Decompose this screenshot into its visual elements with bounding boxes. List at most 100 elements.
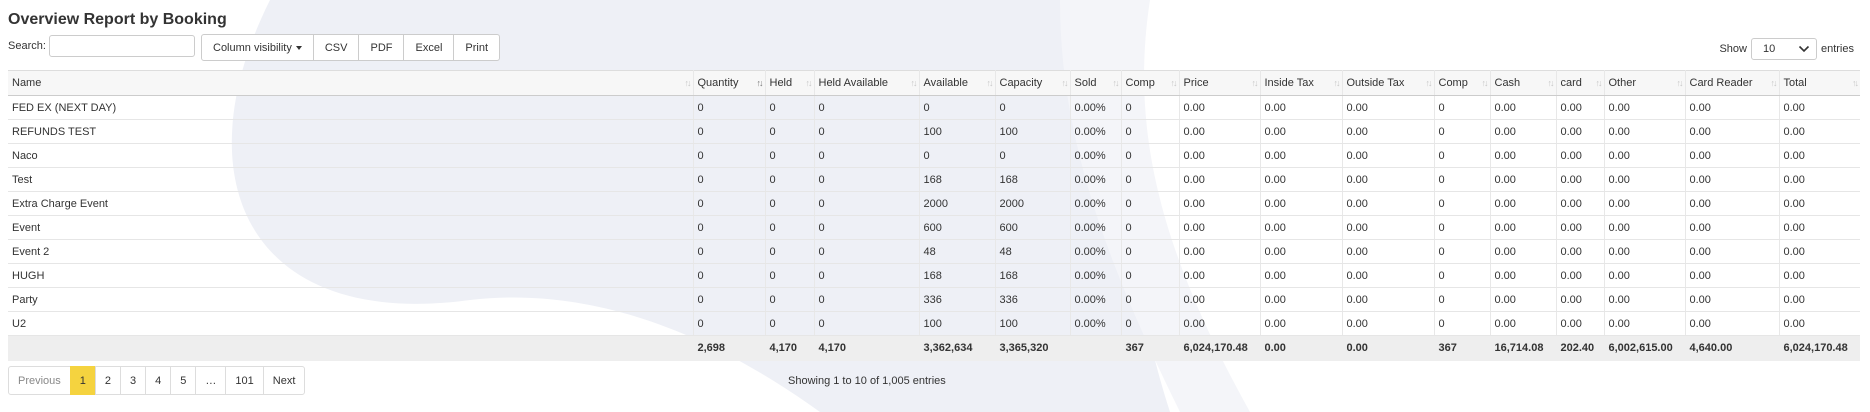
- column-header[interactable]: Total ↑↓: [1779, 70, 1860, 96]
- sort-both-icon: ↑↓: [1251, 78, 1259, 88]
- table-cell: 0.00: [1260, 119, 1343, 144]
- table-cell: 0.00: [1490, 263, 1557, 288]
- page-length-select[interactable]: 10: [1750, 38, 1817, 60]
- table-cell: 0.00%: [1070, 167, 1122, 192]
- table-row[interactable]: U2 0 0 0 100 100 0.00% 0 0.00 0.00 0.00 0 0.00 0.00 0.…: [8, 311, 1860, 336]
- column-header[interactable]: Comp ↑↓: [1121, 70, 1180, 96]
- column-header[interactable]: Available ↑↓: [919, 70, 996, 96]
- pdf-button[interactable]: PDF: [358, 34, 405, 61]
- column-header[interactable]: Held Available ↑↓: [814, 70, 920, 96]
- table-cell: 0.00: [1779, 263, 1860, 288]
- page-button[interactable]: 2: [94, 366, 122, 395]
- table-cell: 0.00: [1779, 167, 1860, 192]
- table-cell: 0.00: [1556, 119, 1605, 144]
- table-row[interactable]: Party 0 0 0 336 336 0.00% 0 0.00 0.00 0.00 0 0.00 0.0…: [8, 287, 1860, 312]
- previous-page-button[interactable]: Previous: [8, 366, 71, 395]
- table-cell: 0: [693, 167, 766, 192]
- total-cell: 16,714.08: [1490, 335, 1557, 361]
- total-cell: 3,365,320: [995, 335, 1071, 361]
- table-cell: 0: [814, 95, 920, 120]
- table-cell: 0.00: [1604, 95, 1686, 120]
- next-page-button[interactable]: Next: [262, 366, 306, 395]
- sort-both-icon: ↑↓: [1425, 78, 1433, 88]
- table-cell: 0.00: [1604, 167, 1686, 192]
- table-cell: 0: [1121, 167, 1180, 192]
- sort-both-icon: ↑↓: [1112, 78, 1120, 88]
- page-button[interactable]: 3: [120, 366, 147, 395]
- table-cell: 0.00: [1556, 239, 1605, 264]
- table-row[interactable]: Event 2 0 0 0 48 48 0.00% 0 0.00 0.00 0.00 0 0.00 0.0…: [8, 239, 1860, 264]
- column-header[interactable]: Card Reader ↑↓: [1685, 70, 1780, 96]
- page-button[interactable]: 1: [69, 366, 96, 395]
- column-header[interactable]: Comp ↑↓: [1434, 70, 1491, 96]
- page-button[interactable]: 101: [225, 366, 264, 395]
- column-header[interactable]: Sold ↑↓: [1070, 70, 1122, 96]
- table-cell: 0.00: [1342, 119, 1435, 144]
- table-row[interactable]: Extra Charge Event 0 0 0 2000 2000 0.00% 0 0.00 0…: [8, 191, 1860, 216]
- table-cell: 100: [995, 119, 1071, 144]
- column-header[interactable]: Outside Tax ↑↓: [1342, 70, 1435, 96]
- csv-button[interactable]: CSV: [312, 34, 360, 61]
- table-cell: 2000: [919, 191, 996, 216]
- table-cell: 0: [765, 215, 815, 240]
- table-cell: 0.00: [1779, 191, 1860, 216]
- table-cell: 0.00: [1556, 191, 1605, 216]
- table-info: Showing 1 to 10 of 1,005 entries: [788, 375, 946, 387]
- column-header-label: Price: [1183, 77, 1209, 89]
- table-body: FED EX (NEXT DAY) 0 0 0 0 0 0.00% 0 0.00 0.00 0.00…: [8, 95, 1860, 336]
- table-header-row: Name ↑↓ Quantity ↑↓ Held ↑↓ Held Available ↑↓ Av…: [8, 70, 1860, 96]
- table-cell: Party: [8, 287, 694, 312]
- table-cell: 0.00: [1342, 95, 1435, 120]
- table-cell: 0: [1121, 143, 1180, 168]
- table-cell: 0.00: [1342, 191, 1435, 216]
- table-cell: 0.00: [1685, 119, 1780, 144]
- table-cell: 100: [919, 119, 996, 144]
- table-cell: 0.00: [1490, 311, 1557, 336]
- page-button[interactable]: 5: [170, 366, 197, 395]
- column-header[interactable]: card ↑↓: [1556, 70, 1605, 96]
- table-cell: 0.00: [1779, 311, 1860, 336]
- table-row[interactable]: Test 0 0 0 168 168 0.00% 0 0.00 0.00 0.00 0 0.00 0.00…: [8, 167, 1860, 192]
- table-cell: 0.00: [1490, 167, 1557, 192]
- table-row[interactable]: REFUNDS TEST 0 0 0 100 100 0.00% 0 0.00 0.00 0.00 0…: [8, 119, 1860, 144]
- search-input[interactable]: [49, 35, 195, 57]
- table-cell: 0.00: [1490, 119, 1557, 144]
- page-button[interactable]: 4: [145, 366, 172, 395]
- page-length-control: Show 10 entries: [1719, 38, 1854, 60]
- table-cell: 0.00: [1260, 215, 1343, 240]
- table-row[interactable]: FED EX (NEXT DAY) 0 0 0 0 0 0.00% 0 0.00 0.00 0.00…: [8, 95, 1860, 120]
- column-header[interactable]: Inside Tax ↑↓: [1260, 70, 1343, 96]
- column-visibility-button[interactable]: Column visibility: [201, 34, 314, 61]
- table-cell: 0.00: [1490, 287, 1557, 312]
- overview-table: Name ↑↓ Quantity ↑↓ Held ↑↓ Held Available ↑↓ Av…: [8, 70, 1860, 361]
- table-cell: 0: [814, 191, 920, 216]
- table-cell: 0.00: [1779, 287, 1860, 312]
- table-cell: 0.00: [1556, 167, 1605, 192]
- table-cell: 0.00: [1556, 143, 1605, 168]
- table-cell: 0.00: [1179, 215, 1261, 240]
- table-row[interactable]: Naco 0 0 0 0 0 0.00% 0 0.00 0.00 0.00 0 0.00 0.00 0.00…: [8, 143, 1860, 168]
- column-header[interactable]: Cash ↑↓: [1490, 70, 1557, 96]
- table-row[interactable]: Event 0 0 0 600 600 0.00% 0 0.00 0.00 0.00 0 0.00 0.0…: [8, 215, 1860, 240]
- column-header[interactable]: Capacity ↑↓: [995, 70, 1071, 96]
- table-cell: 0: [693, 263, 766, 288]
- table-row[interactable]: HUGH 0 0 0 168 168 0.00% 0 0.00 0.00 0.00 0 0.00 0.00…: [8, 263, 1860, 288]
- sort-both-icon: ↑↓: [1770, 78, 1778, 88]
- column-header-label: Available: [923, 77, 968, 89]
- column-header[interactable]: Held ↑↓: [765, 70, 815, 96]
- table-cell: 0: [693, 191, 766, 216]
- column-header[interactable]: Quantity ↑↓: [693, 70, 766, 96]
- excel-button[interactable]: Excel: [403, 34, 455, 61]
- column-header[interactable]: Other ↑↓: [1604, 70, 1686, 96]
- show-label: Show: [1719, 43, 1747, 55]
- table-cell: 0: [765, 239, 815, 264]
- table-cell: 0: [1121, 95, 1180, 120]
- print-button[interactable]: Print: [453, 34, 501, 61]
- table-cell: 0.00: [1490, 239, 1557, 264]
- table-cell: 0.00: [1556, 311, 1605, 336]
- column-header[interactable]: Name ↑↓: [8, 70, 694, 96]
- table-cell: 336: [995, 287, 1071, 312]
- column-header[interactable]: Price ↑↓: [1179, 70, 1261, 96]
- table-cell: 0: [1121, 191, 1180, 216]
- table-cell: 0: [765, 167, 815, 192]
